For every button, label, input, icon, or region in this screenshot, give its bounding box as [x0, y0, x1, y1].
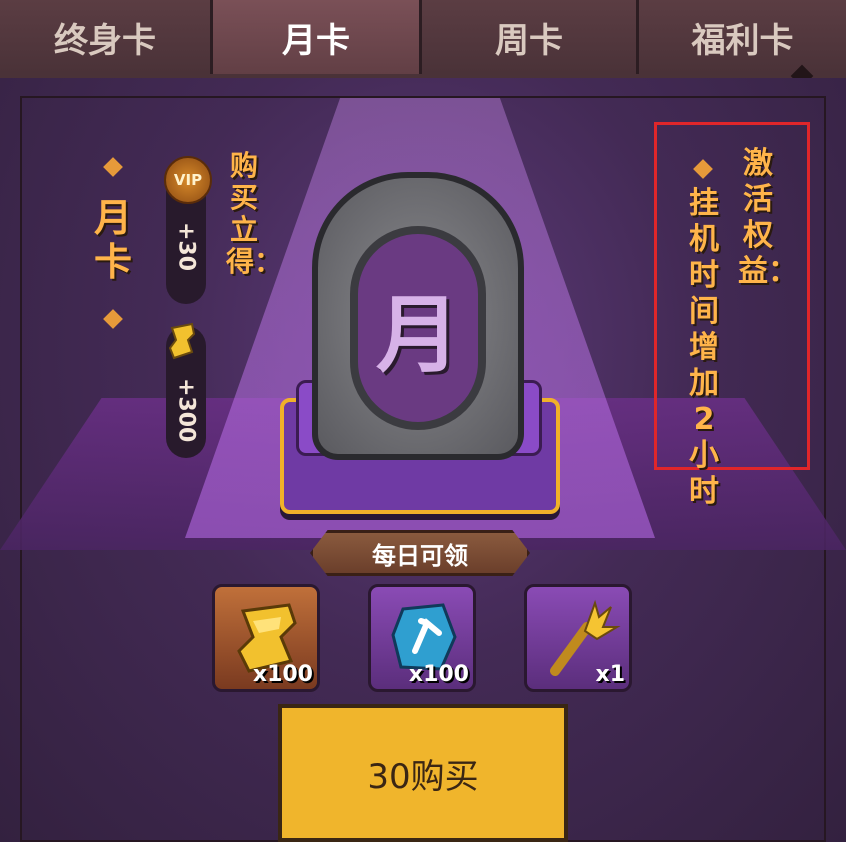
- tab-welfare-card[interactable]: 福利卡: [639, 0, 846, 74]
- item-count: x1: [595, 662, 626, 687]
- tab-bar: 终身卡 月卡 周卡 福利卡: [0, 0, 846, 88]
- tab-label: 月卡: [282, 20, 350, 61]
- gold-reward-value: +300: [173, 378, 199, 443]
- daily-item-gold[interactable]: x100: [212, 584, 320, 692]
- vip-icon: VIP: [164, 156, 212, 204]
- benefits-text: 挂机时间增加2小时: [689, 186, 719, 509]
- tab-weekly-card[interactable]: 周卡: [422, 0, 639, 74]
- tab-lifetime-card[interactable]: 终身卡: [0, 0, 213, 74]
- tab-label: 终身卡: [54, 20, 156, 61]
- emblem-character: 月: [375, 285, 460, 384]
- item-count: x100: [408, 662, 469, 687]
- daily-claim-label: 每日可领: [310, 530, 530, 576]
- vip-badge-label: VIP: [173, 171, 203, 189]
- tab-label: 周卡: [495, 20, 563, 61]
- daily-label-text: 每日可领: [372, 541, 468, 570]
- tab-monthly-card[interactable]: 月卡: [213, 0, 422, 74]
- emblem-inner: 月: [350, 226, 486, 430]
- benefits-title: 激活权益：: [738, 146, 798, 289]
- benefits-highlight-box: [654, 122, 810, 470]
- gold-ingot-icon: [168, 322, 196, 360]
- buy-button-label: 30购买: [367, 756, 479, 797]
- card-title: 月卡: [93, 196, 132, 284]
- daily-item-scepter[interactable]: x1: [524, 584, 632, 692]
- item-count: x100: [252, 662, 313, 687]
- buy-button[interactable]: 30购买: [278, 704, 568, 842]
- instant-reward-label: 购买立得：: [226, 149, 283, 278]
- vip-reward-value: +30: [173, 222, 199, 272]
- daily-item-rune[interactable]: x100: [368, 584, 476, 692]
- tab-label: 福利卡: [691, 20, 794, 61]
